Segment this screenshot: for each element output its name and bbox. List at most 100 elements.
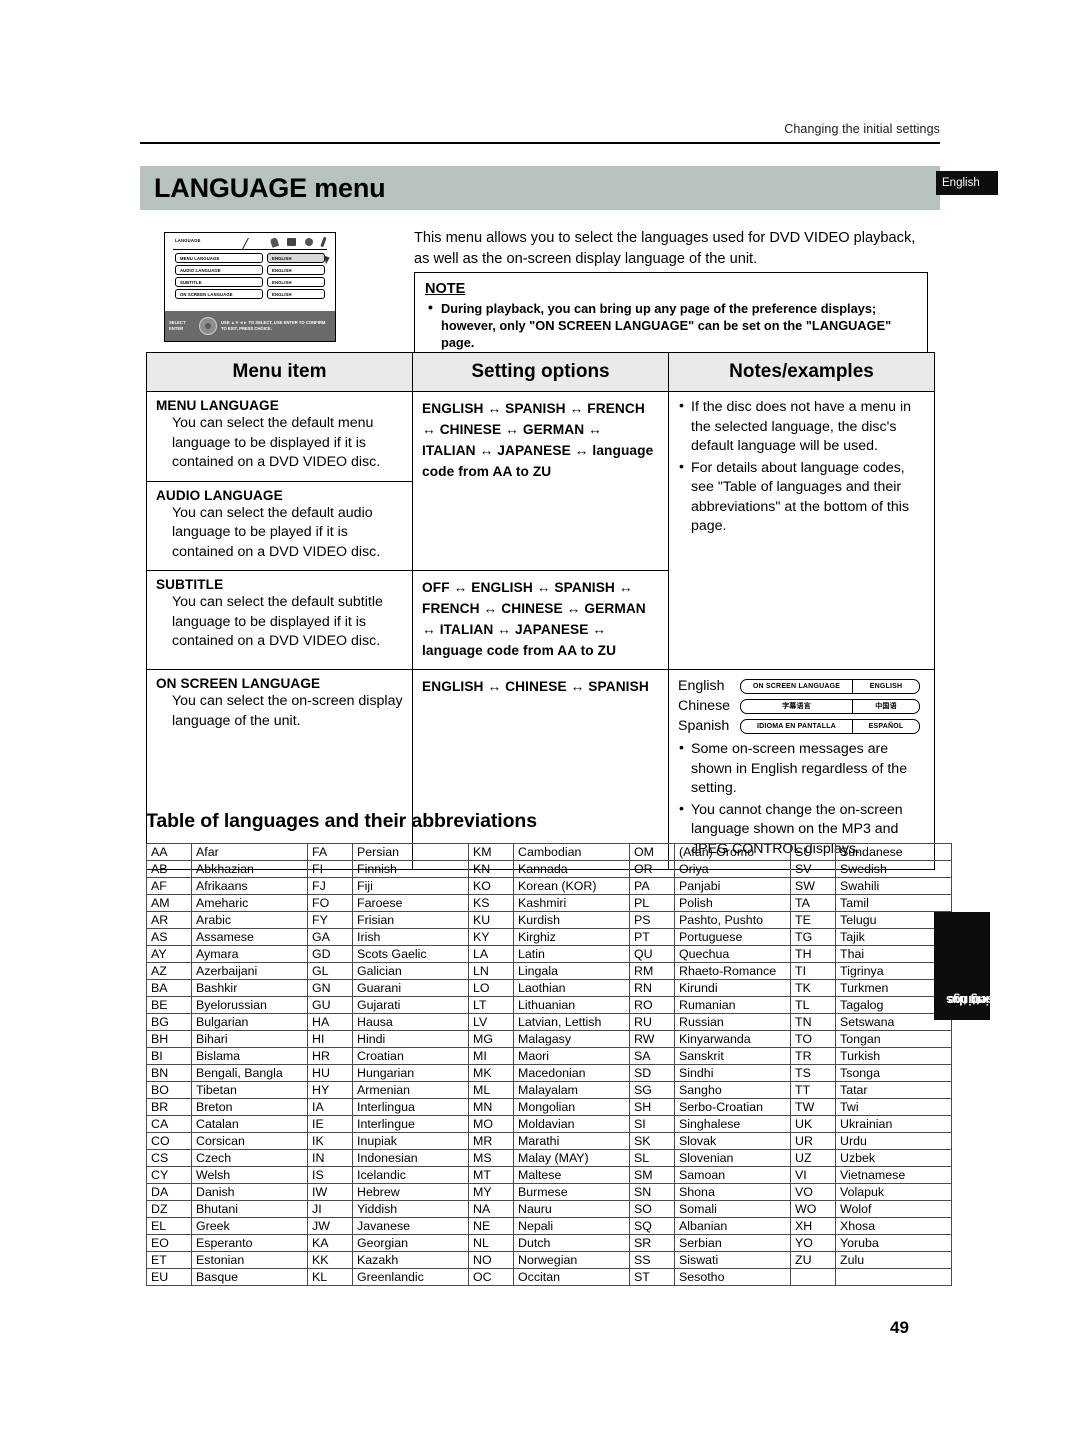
table-row: ET Estonian KK Kazakh NO Norwegian SS Siswati ZU… <box>146 1251 952 1269</box>
language-name-cell: Kurdish <box>513 911 630 929</box>
language-name-cell: Mongolian <box>513 1098 630 1116</box>
osd-subtitle-value: ENGLISH <box>267 277 325 287</box>
language-code-cell: TT <box>790 1081 836 1099</box>
language-code-cell: SR <box>629 1234 675 1252</box>
language-name-cell: Tamil <box>835 894 952 912</box>
language-name-cell: Kirghiz <box>513 928 630 946</box>
osd-footer-select: SELECT <box>169 320 186 325</box>
osd-tab-row: LANGUAGE <box>173 236 327 250</box>
osd-example-box: 字幕语言 中国语 <box>740 698 920 714</box>
osd-audio-language-label: AUDIO LANGUAGE <box>175 265 263 275</box>
table-row: AF Afrikaans FJ Fiji KO Korean (KOR) PA Panjabi… <box>146 877 952 895</box>
language-code-cell: ZU <box>790 1251 836 1269</box>
language-code-cell: KU <box>468 911 514 929</box>
language-name-cell: Samoan <box>674 1166 791 1184</box>
language-code-cell: AB <box>146 860 192 878</box>
language-name-cell: Byelorussian <box>191 996 308 1014</box>
language-code-cell: GA <box>307 928 353 946</box>
cursor-icon <box>324 254 331 265</box>
table-row: AM Ameharic FO Faroese KS Kashmiri PL Polish TA T… <box>146 894 952 912</box>
language-code-cell: HU <box>307 1064 353 1082</box>
language-code-cell: LN <box>468 962 514 980</box>
table-row: BA Bashkir GN Guarani LO Laothian RN Kirundi TK T… <box>146 979 952 997</box>
language-name-cell: Aymara <box>191 945 308 963</box>
language-name-cell: Persian <box>352 843 469 861</box>
language-code-cell: MO <box>468 1115 514 1133</box>
language-code-cell: HY <box>307 1081 353 1099</box>
osd-footer-hint-2: TO EXIT, PRESS CHOICE. <box>221 326 272 331</box>
table-row: AZ Azerbaijani GL Galician LN Lingala RM Rhaeto… <box>146 962 952 980</box>
menu-item-desc: You can select the default menu language… <box>172 415 381 470</box>
cell-setting-options: ENGLISH ↔ SPANISH ↔ FRENCH ↔ CHINESE ↔ G… <box>412 391 669 571</box>
language-name-cell: Laothian <box>513 979 630 997</box>
language-code-cell: MS <box>468 1149 514 1167</box>
table-row: MENU LANGUAGE You can select the default… <box>146 391 935 670</box>
language-name-cell: Korean (KOR) <box>513 877 630 895</box>
language-name-cell: Azerbaijani <box>191 962 308 980</box>
language-code-cell: TR <box>790 1047 836 1065</box>
language-code-cell: VO <box>790 1183 836 1201</box>
osd-tab-name: LANGUAGE <box>175 238 201 243</box>
cell-setting-options: OFF ↔ ENGLISH ↔ SPANISH ↔ FRENCH ↔ CHINE… <box>412 570 669 670</box>
cell-notes-examples: If the disc does not have a menu in the … <box>668 391 935 670</box>
language-code-cell: AS <box>146 928 192 946</box>
language-code-cell: KM <box>468 843 514 861</box>
notes-list: Some on-screen messages are shown in Eng… <box>678 739 925 859</box>
setting-options-text: ENGLISH ↔ SPANISH ↔ FRENCH ↔ CHINESE ↔ G… <box>422 401 654 479</box>
language-code-cell: XH <box>790 1217 836 1235</box>
language-code-cell: SO <box>629 1200 675 1218</box>
table-row: DZ Bhutani JI Yiddish NA Nauru SO Somali WO Wolof <box>146 1200 952 1218</box>
language-code-cell: MT <box>468 1166 514 1184</box>
language-code-cell: CS <box>146 1149 192 1167</box>
language-name-cell: Tatar <box>835 1081 952 1099</box>
language-code-cell: CY <box>146 1166 192 1184</box>
language-code-cell: NO <box>468 1251 514 1269</box>
language-code-cell: SW <box>790 877 836 895</box>
notes-item: For details about language codes, see "T… <box>678 458 925 537</box>
language-name-cell: Serbo-Croatian <box>674 1098 791 1116</box>
language-code-cell: SA <box>629 1047 675 1065</box>
language-name-cell: Hungarian <box>352 1064 469 1082</box>
menu-item-desc: You can select the on-screen display lan… <box>172 693 403 729</box>
language-name-cell: Serbian <box>674 1234 791 1252</box>
language-name-cell: Hebrew <box>352 1183 469 1201</box>
language-name-cell: Maltese <box>513 1166 630 1184</box>
language-name-cell: Malay (MAY) <box>513 1149 630 1167</box>
language-code-cell: LA <box>468 945 514 963</box>
osd-subtitle-label: SUBTITLE <box>175 277 263 287</box>
language-code-cell: FA <box>307 843 353 861</box>
language-code-cell: KA <box>307 1234 353 1252</box>
table-row: DA Danish IW Hebrew MY Burmese SN Shona VO Volapu… <box>146 1183 952 1201</box>
osd-menu-row: ON SCREEN LANGUAGE ENGLISH <box>175 289 327 299</box>
language-name-cell: Catalan <box>191 1115 308 1133</box>
menu-item-title: ON SCREEN LANGUAGE <box>156 676 321 691</box>
language-name-cell: Norwegian <box>513 1251 630 1269</box>
language-code-cell <box>790 1268 836 1286</box>
language-code-cell: VI <box>790 1166 836 1184</box>
language-code-cell: KO <box>468 877 514 895</box>
language-code-cell: ET <box>146 1251 192 1269</box>
table-row: AA Afar FA Persian KM Cambodian OM (Afan) Oromo… <box>146 843 952 861</box>
osd-menu-row: SUBTITLE ENGLISH <box>175 277 327 287</box>
cell-menu-item: ON SCREEN LANGUAGE You can select the on… <box>146 669 413 870</box>
language-name-cell: Marathi <box>513 1132 630 1150</box>
language-name-cell: Bhutani <box>191 1200 308 1218</box>
language-code-cell: MG <box>468 1030 514 1048</box>
language-code-cell: YO <box>790 1234 836 1252</box>
language-code-cell: LV <box>468 1013 514 1031</box>
osd-screen: LANGUAGE MENU LANGUAGE ENGLISH AUDIO LAN… <box>165 233 335 311</box>
language-name-cell: Twi <box>835 1098 952 1116</box>
language-code-cell: JI <box>307 1200 353 1218</box>
language-name-cell: Turkish <box>835 1047 952 1065</box>
table-row: CO Corsican IK Inupiak MR Marathi SK Slovak UR Ur… <box>146 1132 952 1150</box>
language-name-cell: Kazakh <box>352 1251 469 1269</box>
language-name-cell: Shona <box>674 1183 791 1201</box>
language-code-cell: TL <box>790 996 836 1014</box>
language-name-cell: Oriya <box>674 860 791 878</box>
language-code-cell: FY <box>307 911 353 929</box>
language-abbreviations-table: AA Afar FA Persian KM Cambodian OM (Afan) Oromo… <box>146 843 952 1286</box>
language-code-cell: SV <box>790 860 836 878</box>
language-name-cell: Lithuanian <box>513 996 630 1014</box>
osd-example-language: English <box>678 678 725 694</box>
language-name-cell: Tongan <box>835 1030 952 1048</box>
